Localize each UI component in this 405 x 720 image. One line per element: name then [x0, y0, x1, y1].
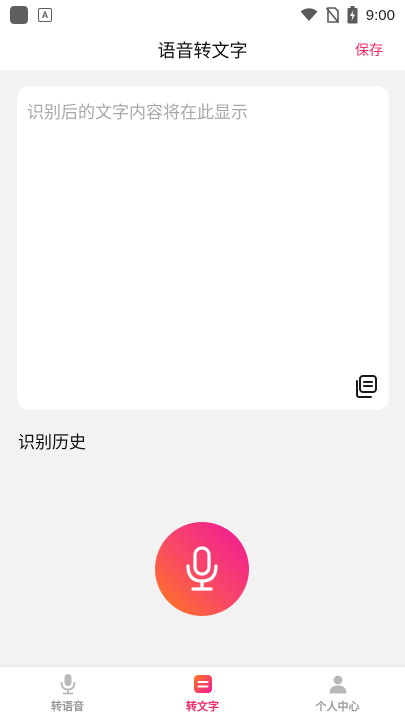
- text-doc-icon: [193, 675, 212, 693]
- nav-item-speech-to-text[interactable]: 转文字: [135, 667, 270, 720]
- copy-button[interactable]: [353, 374, 379, 400]
- status-bar-right: 9:00: [300, 6, 395, 24]
- battery-charging-icon: [347, 6, 358, 24]
- nav-item-text-to-speech[interactable]: 转语音: [0, 667, 135, 720]
- status-time: 9:00: [365, 6, 395, 24]
- microphone-icon: [186, 546, 218, 591]
- history-title[interactable]: 识别历史: [18, 428, 86, 453]
- wifi-icon: [300, 8, 318, 21]
- nav-label: 个人中心: [315, 700, 360, 713]
- nav-label: 转文字: [186, 700, 219, 713]
- save-button[interactable]: 保存: [355, 40, 383, 60]
- bottom-nav: 转语音 转文字 个人中心: [0, 666, 405, 720]
- copy-icon: [356, 375, 377, 398]
- transcription-text-area[interactable]: [27, 98, 377, 378]
- microphone-icon: [60, 674, 75, 695]
- a-notification-icon: A: [38, 8, 52, 22]
- page-title: 语音转文字: [157, 41, 248, 62]
- transcription-card: [17, 86, 389, 410]
- no-sim-icon: [325, 7, 339, 23]
- title-bar: 语音转文字 保存: [0, 30, 405, 70]
- status-bar-left: A: [10, 6, 52, 24]
- person-icon: [329, 675, 346, 694]
- status-bar: A 9:00: [0, 0, 405, 30]
- app-icon: [10, 6, 28, 24]
- nav-item-profile[interactable]: 个人中心: [270, 667, 405, 720]
- record-button[interactable]: [155, 522, 249, 616]
- nav-label: 转语音: [51, 700, 84, 713]
